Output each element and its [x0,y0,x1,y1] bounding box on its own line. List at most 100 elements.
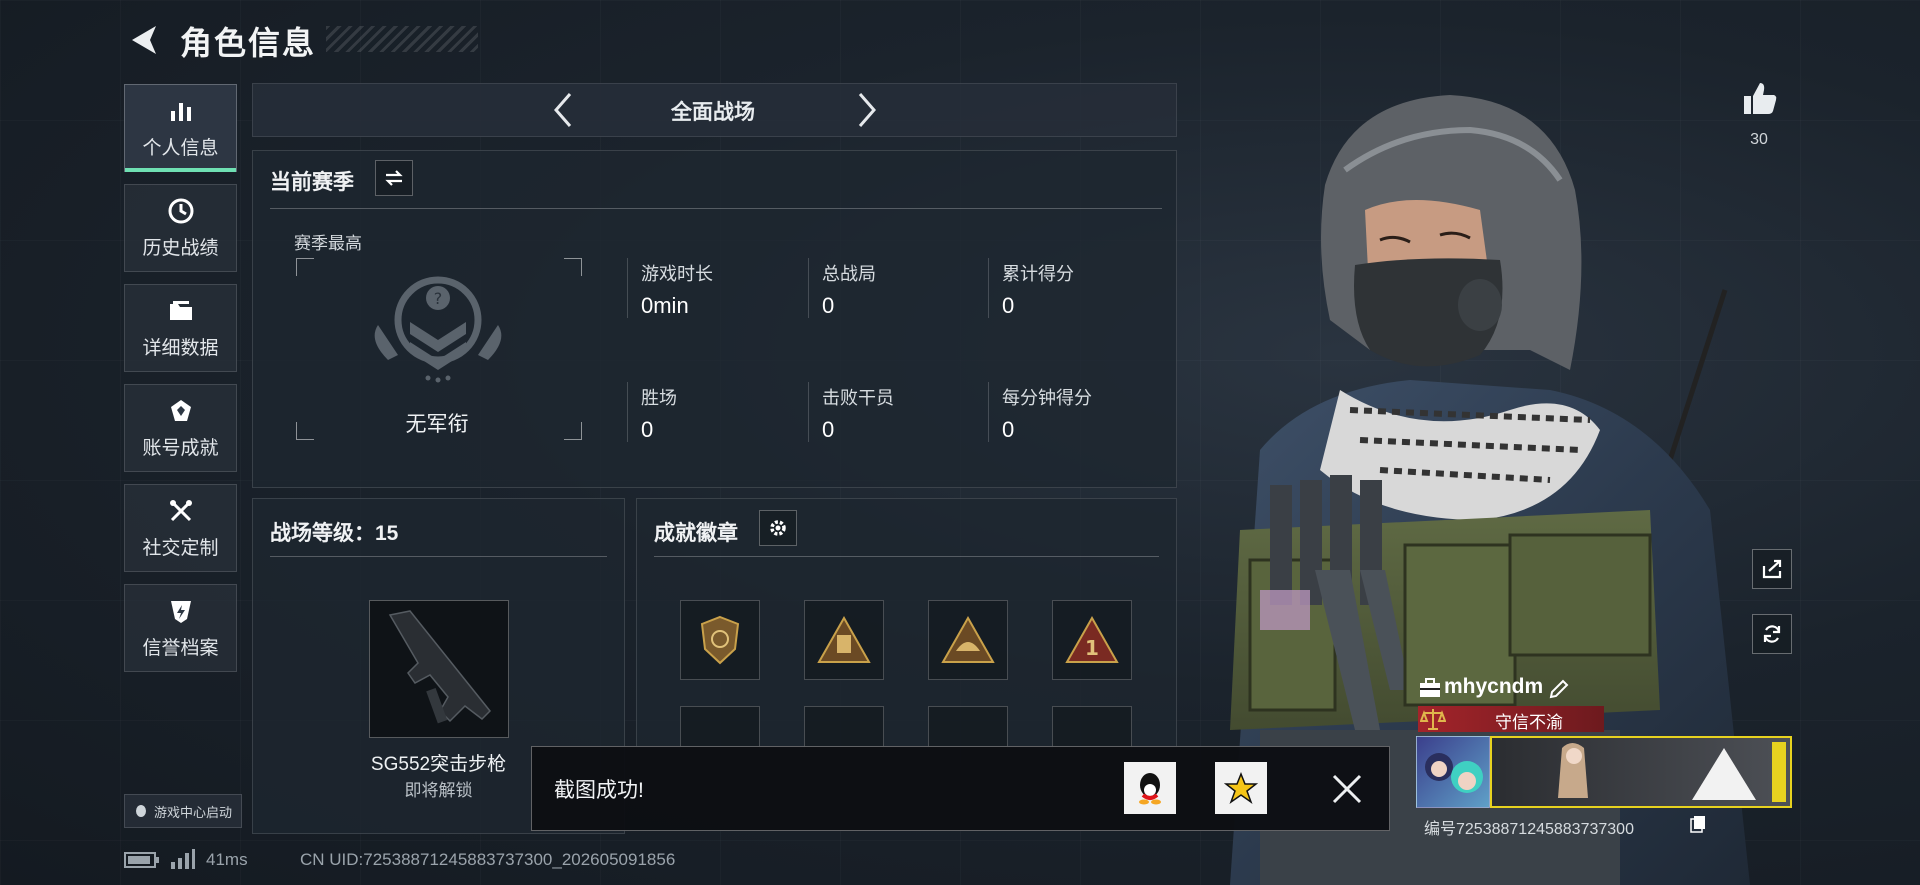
stat-separator [808,258,809,318]
share-icon [1762,559,1782,579]
shield-lightning-icon [170,600,191,623]
svg-text:1: 1 [1085,636,1099,660]
sidebar-item-reputation[interactable]: 信誉档案 [124,584,237,672]
swap-icon [385,170,403,186]
stat-separator [988,382,989,442]
shield-badge-icon [700,615,740,665]
title-decoration [326,26,478,52]
share-button[interactable] [1752,549,1792,589]
mode-title: 全面战场 [671,101,755,124]
stat-value: 0min [641,293,689,318]
level-divider [270,556,607,557]
penguin-icon [135,805,146,817]
refresh-icon [1763,625,1781,643]
badges-divider [654,556,1159,557]
scales-icon [1420,709,1446,730]
page-title: 角色信息 [180,25,317,61]
game-center-button[interactable]: 游戏中心启动 [124,794,242,828]
stat-separator [988,258,989,318]
rank-emblem-icon: ? [374,276,502,383]
sidebar-item-personal-info[interactable]: 个人信息 [124,84,237,172]
rifle-icon [388,610,492,724]
sidebar-item-history[interactable]: 历史战绩 [124,184,237,272]
sidebar-item-social[interactable]: 社交定制 [124,484,237,572]
rank-name: 无军衔 [405,413,469,436]
name-plate[interactable] [1490,736,1792,808]
triangle-badge-icon [941,615,995,663]
badge-slot[interactable]: 1 [1052,600,1132,680]
stat-label: 游戏时长 [641,264,713,284]
stat-value: 0 [822,417,835,442]
share-qq-button[interactable] [1124,762,1176,814]
stat-value: 0 [1002,417,1015,442]
stat-label: 击败干员 [822,388,894,408]
season-divider [270,208,1162,209]
stat-separator [627,382,628,442]
player-id: 编号7253887124588373​7300 [1424,821,1634,838]
badge-slot[interactable] [1052,706,1132,748]
folder-icon [169,300,192,320]
stat-value: 0 [822,293,835,318]
thumbs-up-icon[interactable] [1740,80,1778,116]
season-title: 当前赛季 [270,171,354,194]
sidebar-item-label: 账号成就 [142,437,219,459]
copy-icon[interactable] [1690,815,1706,833]
sidebar-item-achievements[interactable]: 账号成就 [124,384,237,472]
badges-settings-button[interactable] [759,510,797,546]
season-best-label: 赛季最高 [294,234,362,253]
tools-icon [169,499,192,521]
badge-slot[interactable] [680,600,760,680]
username: mhycndm [1444,675,1544,698]
refresh-button[interactable] [1752,614,1792,654]
badge-slot[interactable] [680,706,760,748]
weapon-card[interactable] [369,600,509,738]
stat-label: 胜场 [641,388,677,408]
back-button[interactable] [124,20,164,60]
mode-next-button[interactable] [852,88,882,132]
sidebar-item-label: 信誉档案 [142,637,219,659]
sidebar-item-label: 详细数据 [142,337,219,359]
sidebar-item-label: 社交定制 [142,537,219,559]
bar-chart-icon [170,102,191,121]
name-plate-art [1558,742,1786,802]
edit-icon[interactable] [1548,678,1570,700]
badge-slot[interactable] [804,706,884,748]
clock-icon [168,198,193,223]
signal-icon [171,849,195,869]
game-center-label: 游戏中心启动 [153,804,232,820]
qq-icon [1139,773,1161,805]
triangle-badge-icon [817,615,871,663]
stat-separator [808,382,809,442]
svg-text:?: ? [434,289,443,308]
like-count: 30 [1750,131,1768,148]
frame-corner [296,258,314,276]
badge-slot[interactable] [928,600,1008,680]
season-switch-button[interactable] [375,160,413,196]
close-icon[interactable] [1330,772,1364,806]
sidebar-item-label: 历史战绩 [142,237,219,259]
frame-corner [564,422,582,440]
stat-label: 总战局 [822,264,876,284]
ping-value: 41ms [206,850,248,869]
stat-label: 每分钟得分 [1002,388,1092,408]
sidebar-item-detailed-data[interactable]: 详细数据 [124,284,237,372]
avatar[interactable] [1416,736,1490,808]
achievement-icon [170,399,191,421]
gear-icon [770,520,786,536]
triangle-badge-icon: 1 [1065,615,1119,663]
stat-label: 累计得分 [1002,264,1074,284]
badge-slot[interactable] [928,706,1008,748]
battery-icon [124,852,159,868]
stat-value: 0 [641,417,654,442]
toast-message: 截图成功! [554,779,644,802]
share-qzone-button[interactable] [1215,762,1267,814]
frame-corner [296,422,314,440]
mode-prev-button[interactable] [548,88,578,132]
frame-corner [564,258,582,276]
stat-value: 0 [1002,293,1015,318]
badge-slot[interactable] [804,600,884,680]
reputation-label: 守信不渝 [1495,713,1563,732]
star-icon [1224,772,1258,804]
uid-footer: CN UID:7253887124588373​7300_20260509185… [300,850,676,869]
level-title: 战场等级：15 [270,522,399,545]
